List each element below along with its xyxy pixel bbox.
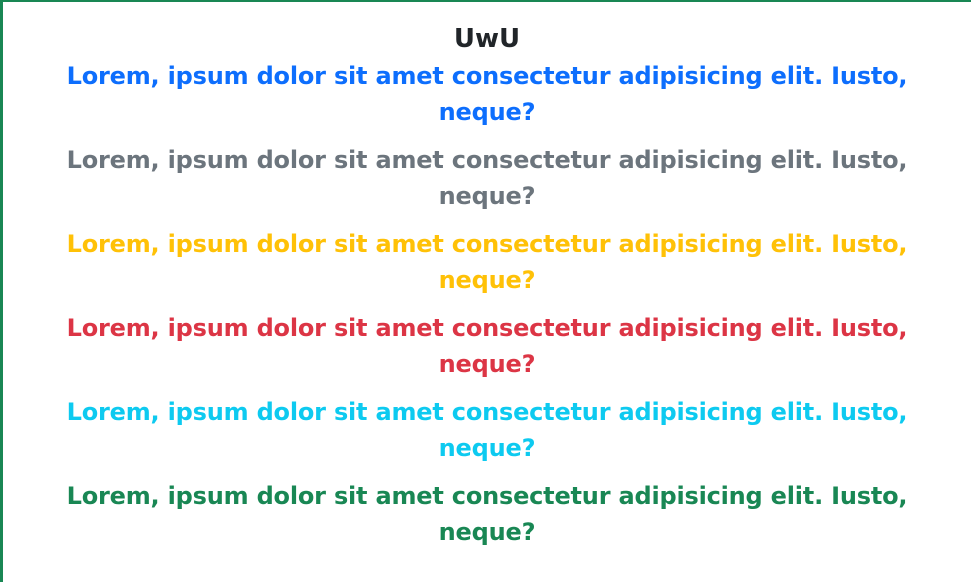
text-line-secondary: Lorem, ipsum dolor sit amet consectetur … bbox=[66, 146, 908, 210]
content-area: UwU Lorem, ipsum dolor sit amet consecte… bbox=[17, 2, 957, 550]
text-line-primary: Lorem, ipsum dolor sit amet consectetur … bbox=[66, 62, 908, 126]
text-line-warning: Lorem, ipsum dolor sit amet consectetur … bbox=[66, 230, 908, 294]
text-line-danger: Lorem, ipsum dolor sit amet consectetur … bbox=[66, 314, 908, 378]
text-line-success: Lorem, ipsum dolor sit amet consectetur … bbox=[66, 482, 908, 546]
text-line-info: Lorem, ipsum dolor sit amet consectetur … bbox=[66, 398, 908, 462]
page-frame: UwU Lorem, ipsum dolor sit amet consecte… bbox=[0, 0, 971, 582]
page-title: UwU bbox=[453, 24, 521, 54]
